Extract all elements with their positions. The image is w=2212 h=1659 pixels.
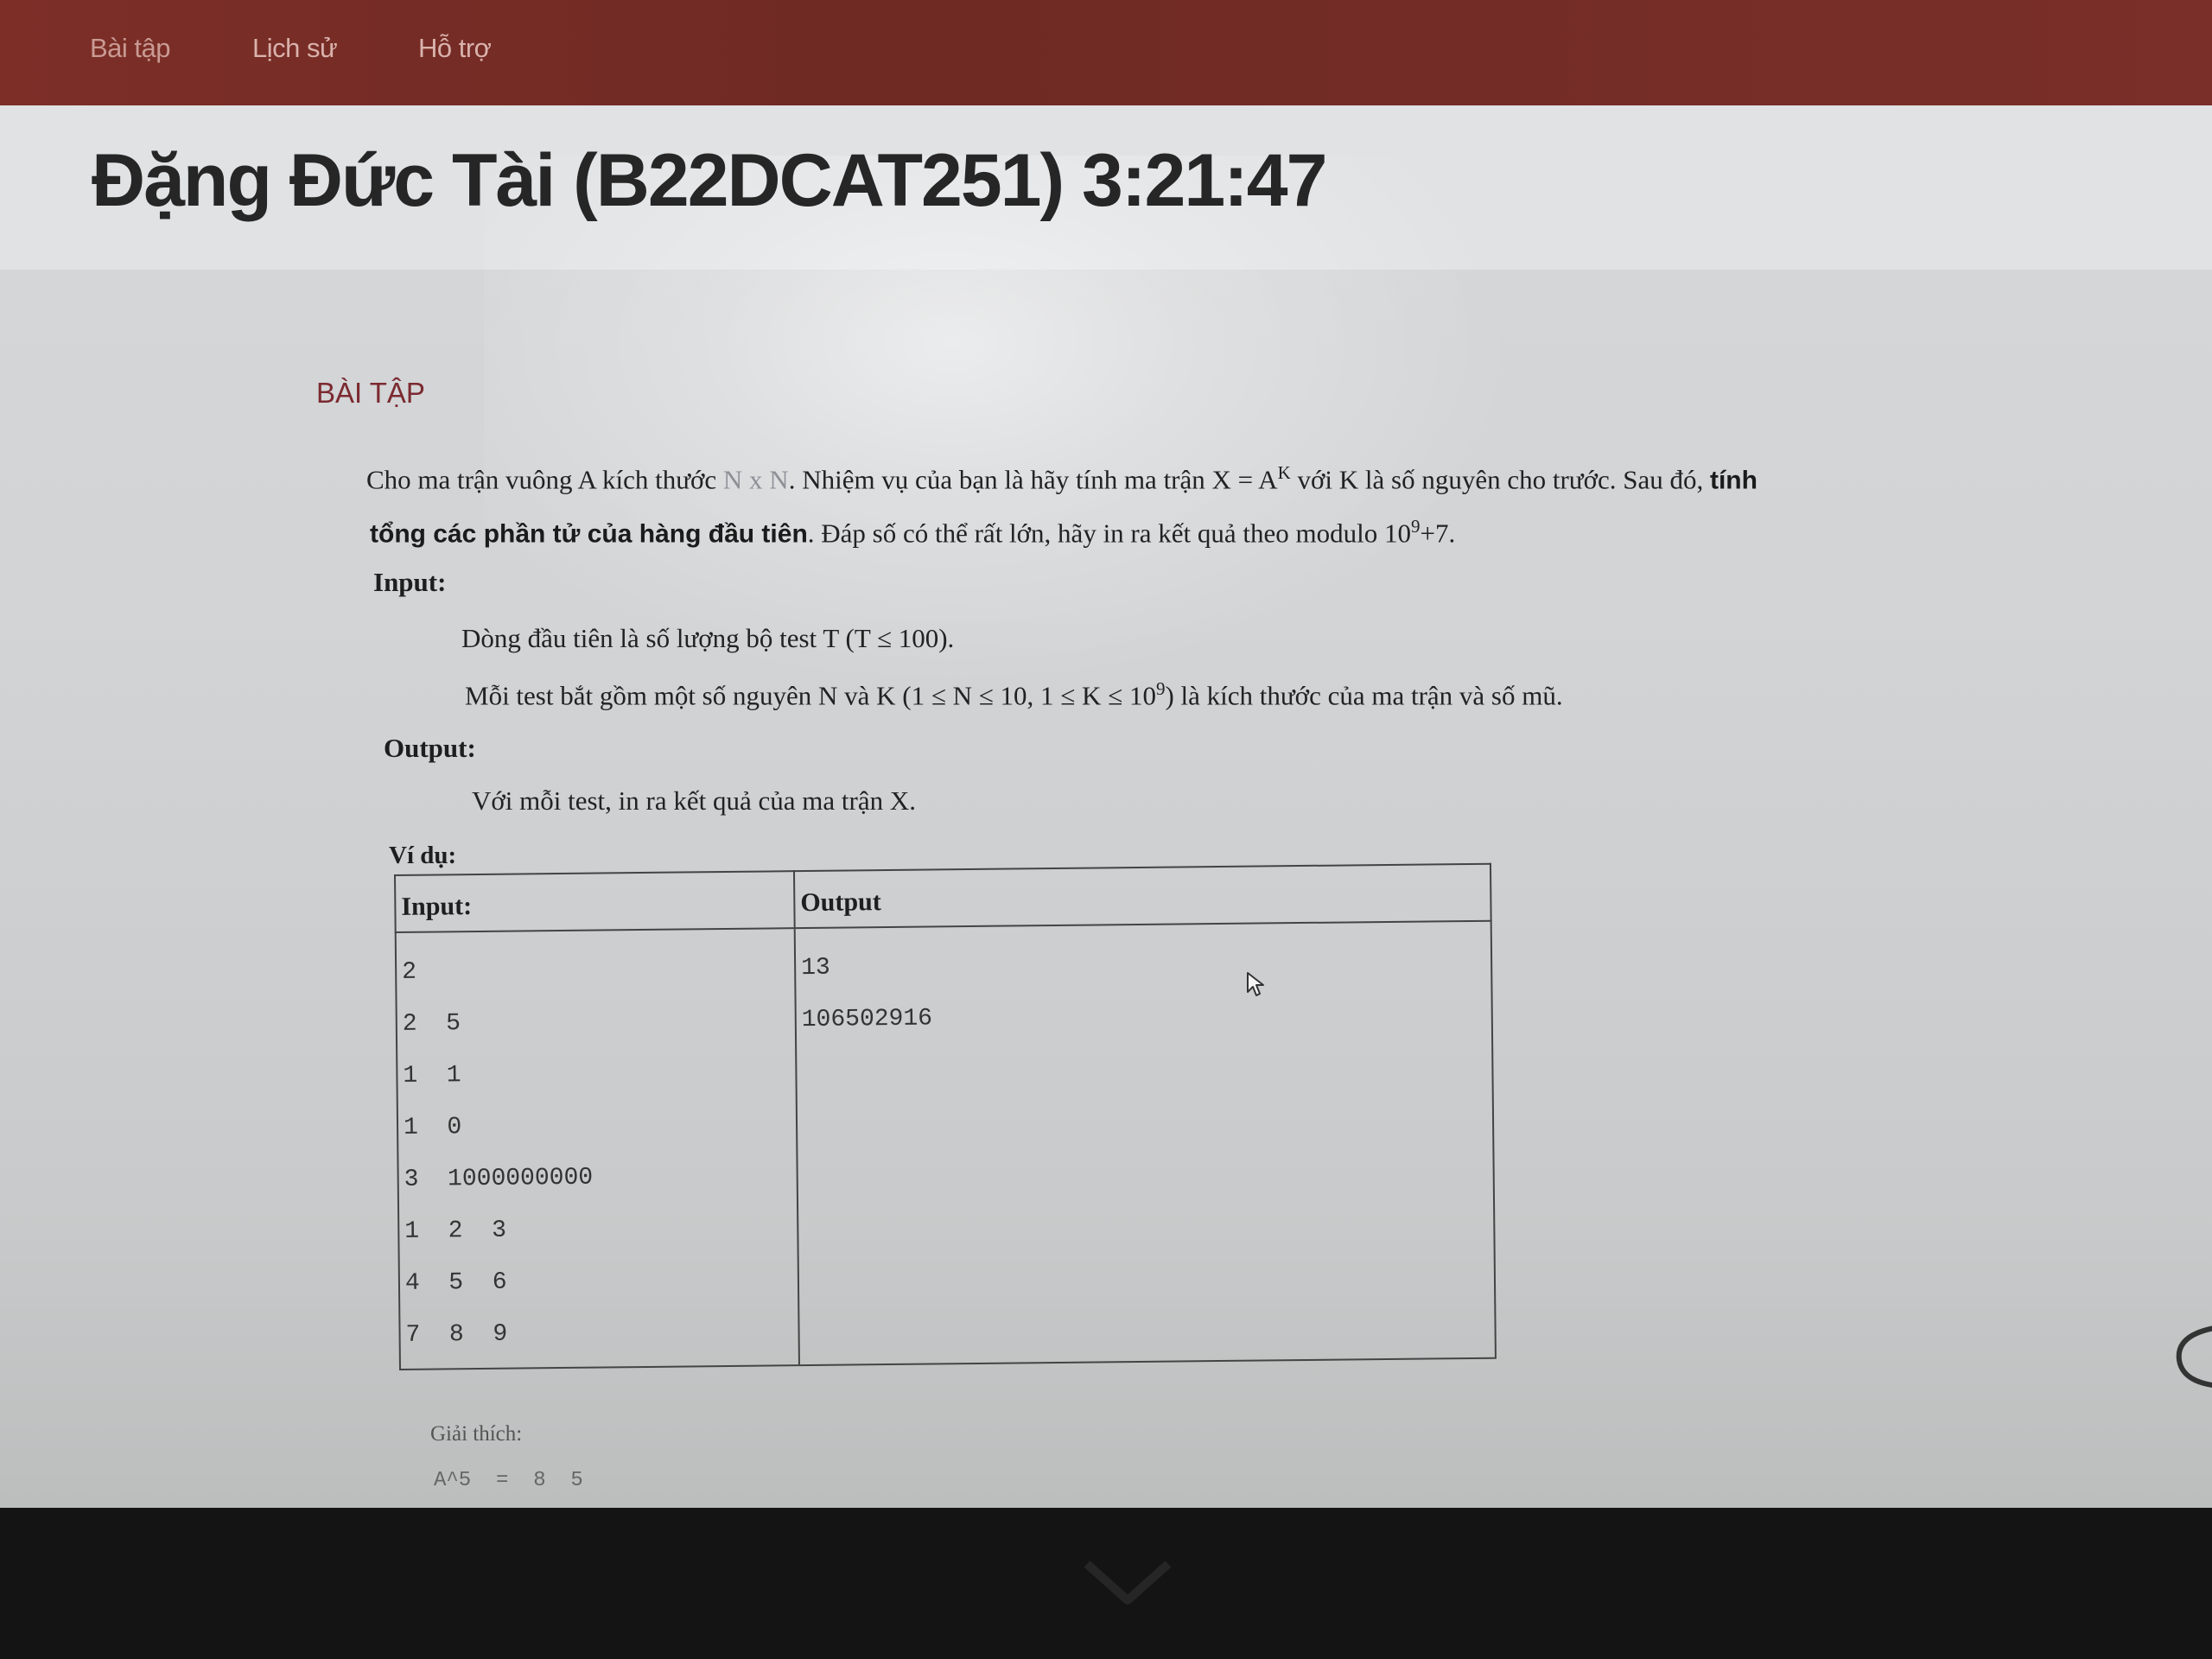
mouse-pointer-icon: [1247, 972, 1264, 996]
input-line: 1 0: [403, 1114, 462, 1141]
explanation-label: Giải thích:: [430, 1422, 523, 1446]
problem-text: với K là số nguyên cho trước. Sau đó,: [1290, 464, 1710, 495]
problem-text-faint: N x N: [722, 464, 789, 495]
input-line: 3 1000000000: [404, 1164, 594, 1193]
table-row: 2 2 5 1 1 1 0 3 1000000000 1 2 3 4 5 6 7…: [395, 920, 1496, 1370]
input-line: 2 5: [402, 1010, 461, 1038]
input-cell: 2 2 5 1 1 1 0 3 1000000000 1 2 3 4 5 6 7…: [395, 928, 799, 1370]
input-line: 4 5 6: [404, 1268, 507, 1297]
page-title: Đặng Đức Tài (B22DCAT251) 3:21:47: [92, 139, 1327, 222]
input-line-2: Mỗi test bắt gồm một số nguyên N và K (1…: [465, 662, 1563, 722]
screen: Bài tập Lịch sử Hỗ trợ Đặng Đức Tài (B22…: [0, 0, 2212, 1508]
input-line: 1 1: [403, 1062, 461, 1090]
problem-emphasis: tổng các phần tử của hàng đầu tiên: [370, 519, 808, 549]
problem-line-1: Cho ma trận vuông A kích thước N x N. Nh…: [366, 446, 1758, 507]
output-cell: 13 106502916: [794, 920, 1496, 1366]
exponent: 9: [1411, 516, 1421, 537]
problem-text: Mỗi test bắt gồm một số nguyên N và K (1…: [465, 680, 1156, 711]
input-line: 2: [402, 958, 417, 986]
table-header-input: Input:: [395, 871, 795, 932]
problem-text: ) là kích thước của ma trận và số mũ.: [1165, 680, 1563, 711]
output-label: Output:: [384, 733, 476, 763]
input-line-1: Dòng đầu tiên là số lượng bộ test T (T ≤…: [461, 623, 955, 653]
problem-emphasis: tính: [1709, 466, 1758, 495]
output-line: Với mỗi test, in ra kết quả của ma trận …: [472, 785, 916, 816]
nav-item-lich-su[interactable]: Lịch sử: [252, 33, 338, 64]
problem-text: . Đáp số có thể rất lớn, hãy in ra kết q…: [807, 518, 1411, 549]
problem-line-2: tổng các phần tử của hàng đầu tiên. Đáp …: [370, 499, 1455, 561]
example-table: Input: Output 2 2 5 1 1 1 0 3 1000000000…: [394, 862, 1497, 1370]
nav-item-ho-tro[interactable]: Hỗ trợ: [418, 33, 492, 64]
side-arrow-icon[interactable]: [2169, 1322, 2212, 1391]
top-navbar: Bài tập Lịch sử Hỗ trợ: [0, 0, 2212, 105]
input-line: 7 8 9: [405, 1320, 508, 1349]
input-line: 1 2 3: [404, 1217, 507, 1245]
section-title: BÀI TẬP: [316, 377, 425, 409]
exponent: 9: [1155, 678, 1166, 699]
example-label: Ví dụ:: [389, 842, 457, 869]
output-line: 106502916: [801, 1005, 933, 1034]
laptop-logo-icon: [1084, 1560, 1172, 1605]
explanation-line: A^5 = 8 5: [434, 1469, 583, 1492]
problem-text: +7.: [1420, 518, 1456, 549]
problem-text: Cho ma trận vuông A kích thước: [366, 464, 723, 495]
nav-item-bai-tap[interactable]: Bài tập: [90, 33, 171, 64]
exponent: K: [1277, 462, 1291, 483]
output-line: 13: [801, 954, 830, 982]
table-header-output: Output: [793, 863, 1491, 929]
problem-text: . Nhiệm vụ của bạn là hãy tính ma trận X…: [788, 464, 1278, 495]
input-label: Input:: [373, 567, 447, 597]
